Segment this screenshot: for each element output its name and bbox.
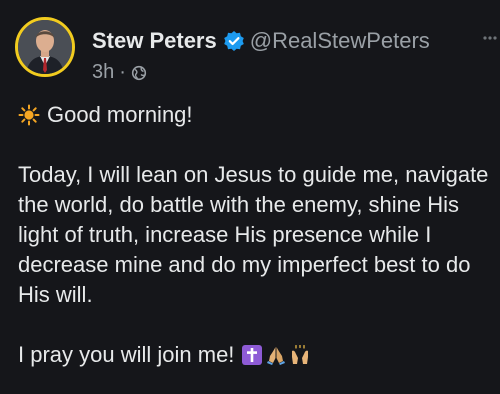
latin-cross-icon: [242, 345, 263, 365]
closing-text: I pray you will join me!: [18, 342, 235, 367]
greeting-text: Good morning!: [47, 102, 193, 127]
greeting-line: Good morning!: [18, 100, 494, 130]
folded-hands-icon: [266, 345, 286, 365]
display-name[interactable]: Stew Peters: [92, 28, 217, 54]
post-body: Today, I will lean on Jesus to guide me,…: [18, 162, 489, 307]
avatar[interactable]: [15, 17, 75, 77]
avatar-photo: [18, 20, 72, 74]
post-meta: 3h ·: [92, 61, 147, 84]
post-header: Stew Peters @RealStewPeters: [92, 28, 430, 54]
handle[interactable]: @RealStewPeters: [250, 28, 430, 54]
more-options-icon[interactable]: [482, 32, 498, 42]
verified-badge-icon: [223, 30, 245, 52]
post-text: Good morning! Today, I will lean on Jesu…: [18, 100, 494, 370]
meta-separator: ·: [119, 61, 126, 83]
closing-line: I pray you will join me!: [18, 340, 494, 370]
raised-hands-icon: [290, 345, 310, 365]
timestamp[interactable]: 3h: [92, 61, 114, 84]
sun-emoji-icon: [18, 104, 40, 126]
globe-icon: [131, 65, 147, 81]
